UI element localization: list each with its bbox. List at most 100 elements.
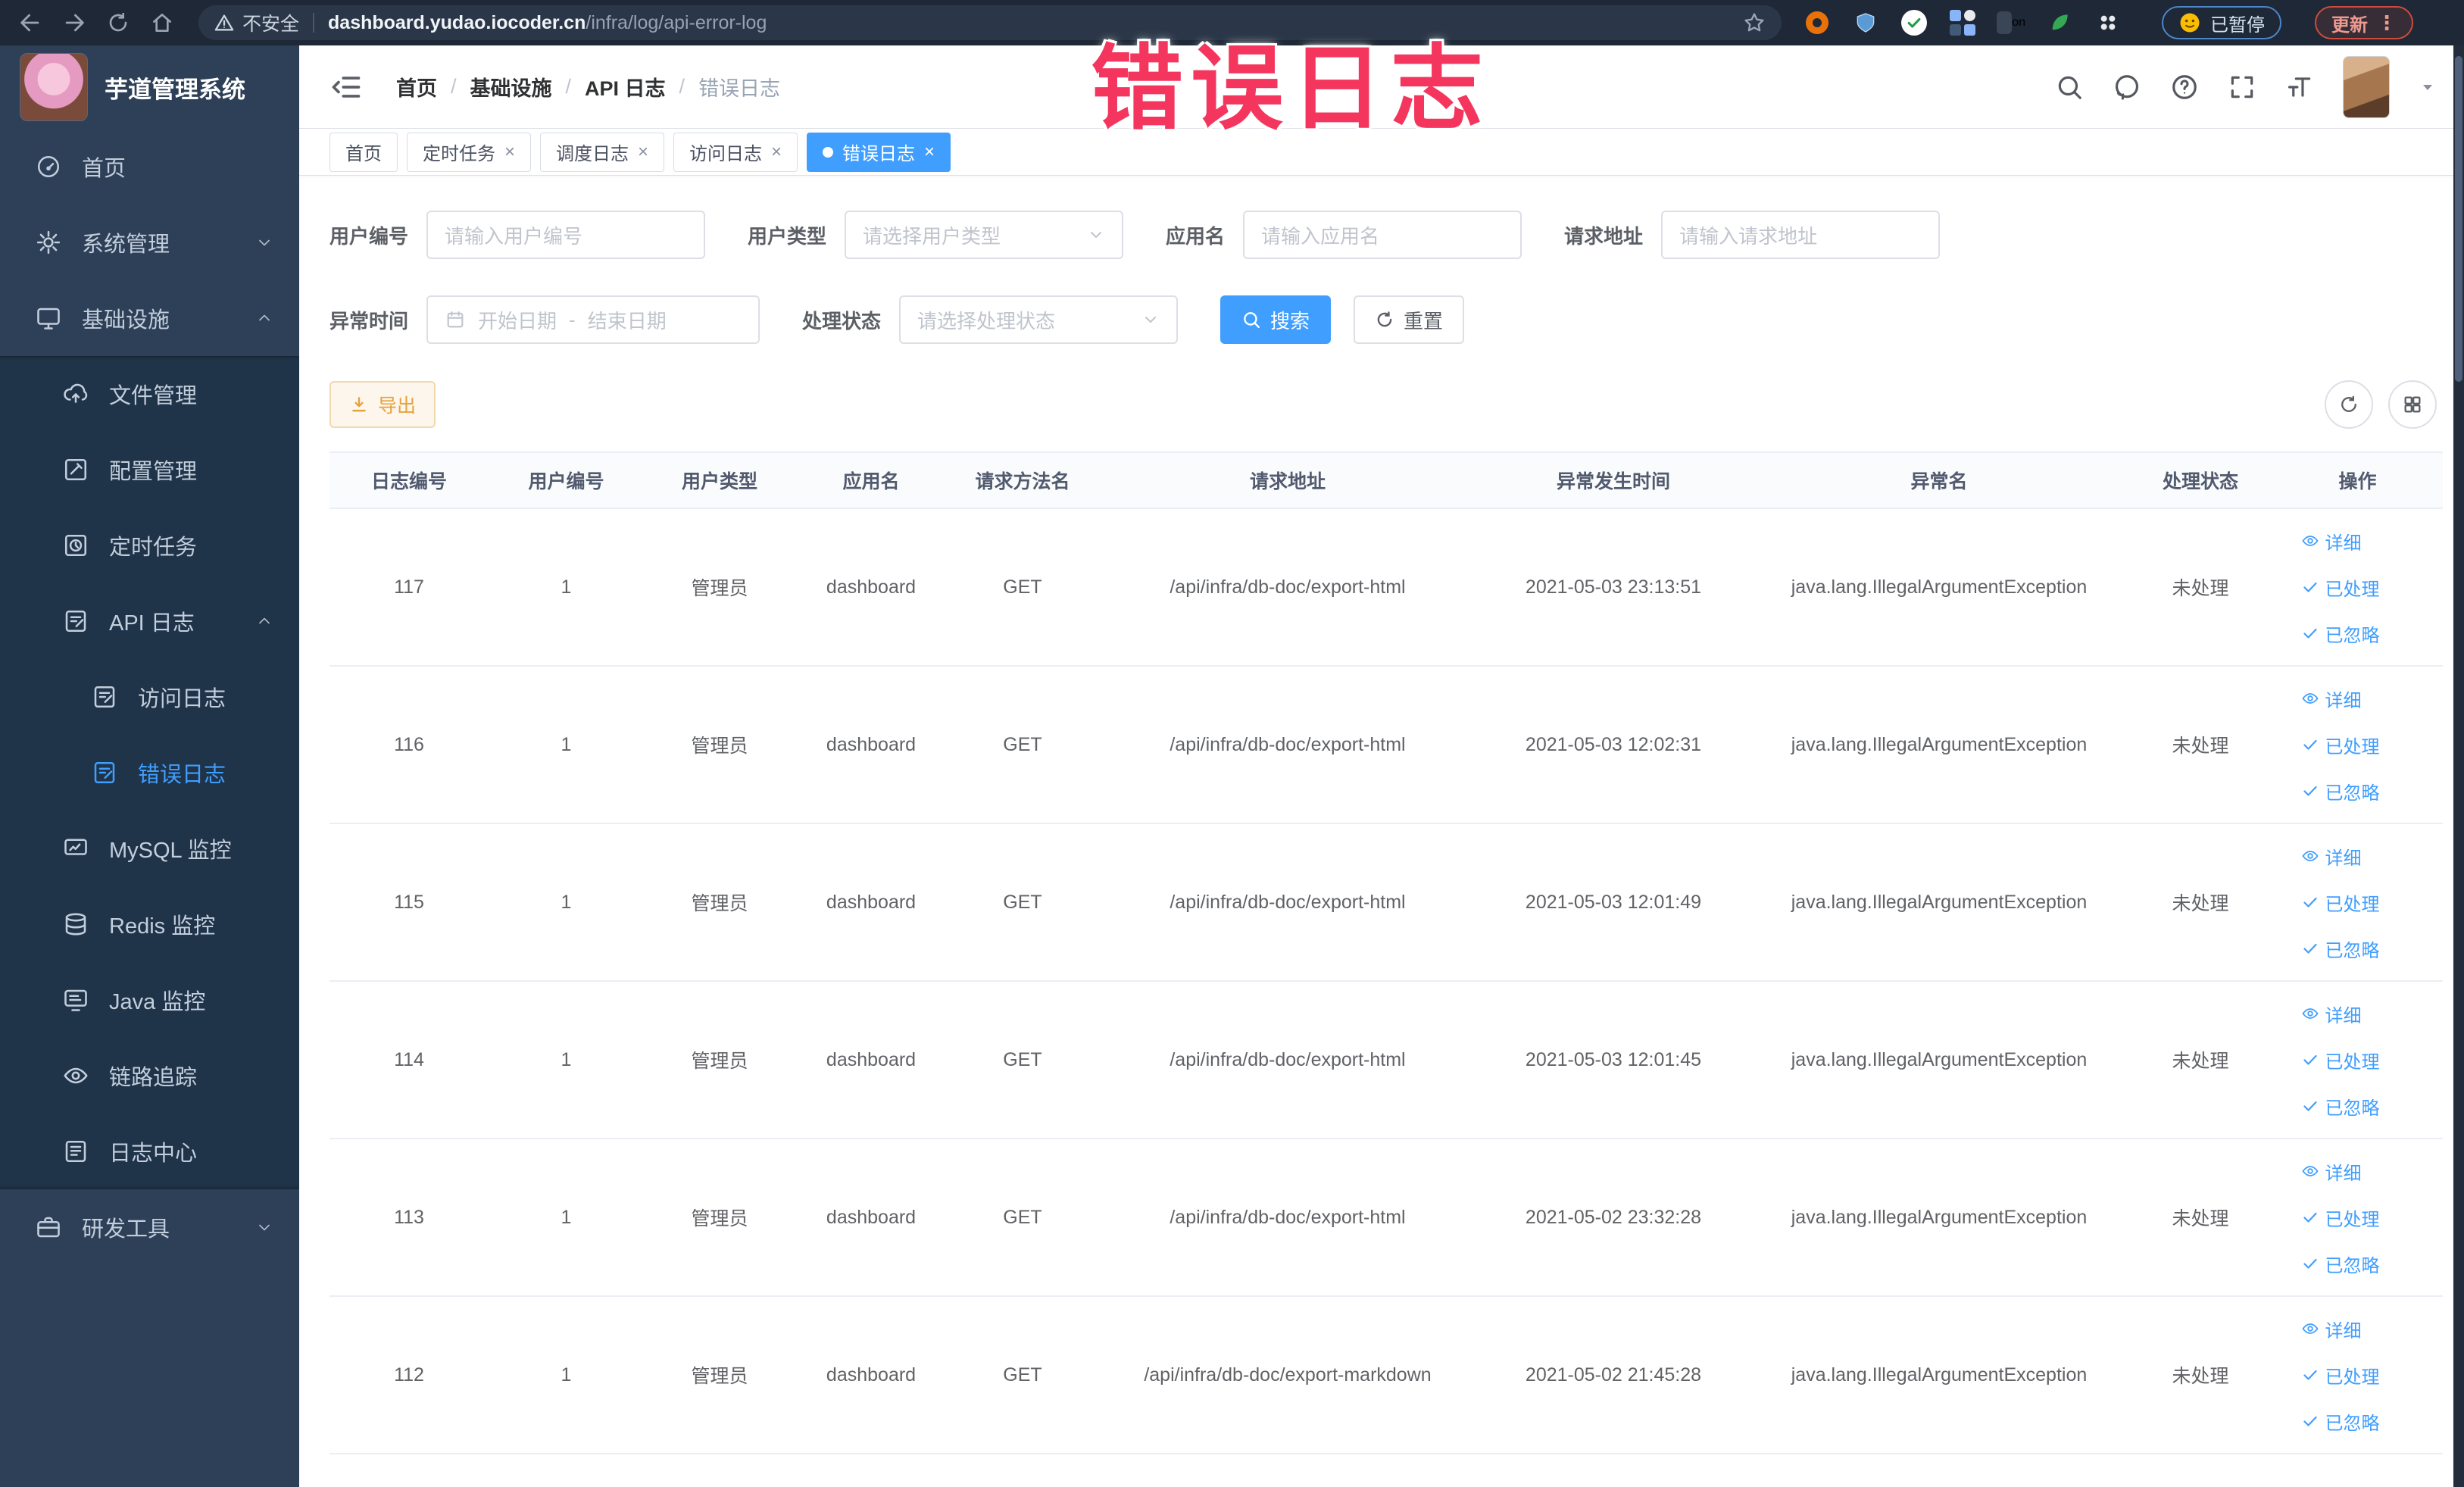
close-icon[interactable]: × — [924, 142, 935, 161]
help-icon[interactable] — [2170, 73, 2199, 102]
tag-tab-访问日志[interactable]: 访问日志 × — [673, 132, 798, 172]
detail-action[interactable]: 详细 — [2301, 528, 2362, 555]
tag-tab-调度日志[interactable]: 调度日志 × — [540, 132, 665, 172]
detail-action[interactable]: 详细 — [2301, 843, 2362, 870]
extensions-puzzle-icon[interactable] — [2094, 8, 2122, 37]
sidebar-item-研发工具[interactable]: 研发工具 — [0, 1189, 299, 1265]
tag-tab-定时任务[interactable]: 定时任务 × — [407, 132, 532, 172]
extension-leaf-icon[interactable] — [2045, 8, 2074, 37]
breadcrumb-item[interactable]: API 日志 — [585, 72, 666, 102]
extension-orange-icon[interactable] — [1803, 8, 1832, 37]
user-type-select[interactable]: 请选择用户类型 — [845, 211, 1124, 259]
detail-action[interactable]: 详细 — [2301, 1158, 2362, 1185]
process-status-select[interactable]: 请选择处理状态 — [899, 295, 1179, 344]
browser-forward-icon[interactable] — [56, 5, 92, 41]
browser-back-icon[interactable] — [12, 5, 48, 41]
address-bar[interactable]: 不安全 dashboard.yudao.iocoder.cn/infra/log… — [198, 5, 1782, 40]
reset-button[interactable]: 重置 — [1354, 295, 1465, 344]
browser-home-icon[interactable] — [144, 5, 180, 41]
cloud-upload-icon — [62, 380, 89, 408]
cell-app-name: dashboard — [826, 733, 917, 755]
processed-action[interactable]: 已处理 — [2301, 1047, 2380, 1073]
detail-action[interactable]: 详细 — [2301, 686, 2362, 712]
processed-action[interactable]: 已处理 — [2301, 889, 2380, 916]
ignored-action[interactable]: 已忽略 — [2301, 778, 2380, 804]
insecure-label[interactable]: 不安全 — [242, 9, 299, 36]
github-icon[interactable] — [2113, 73, 2141, 102]
browser-reload-icon[interactable] — [100, 5, 136, 41]
sidebar-item-文件管理[interactable]: 文件管理 — [0, 356, 299, 432]
detail-action[interactable]: 详细 — [2301, 1316, 2362, 1342]
extension-shield-icon[interactable] — [1851, 8, 1880, 37]
font-size-icon[interactable] — [2285, 73, 2314, 102]
refresh-table-button[interactable] — [2325, 380, 2373, 429]
close-icon[interactable]: × — [638, 142, 648, 161]
sidebar-item-首页[interactable]: 首页 — [0, 129, 299, 205]
sidebar-item-链路追踪[interactable]: 链路追踪 — [0, 1038, 299, 1114]
request-url-input[interactable]: 请输入请求地址 — [1661, 211, 1941, 259]
paused-badge[interactable]: 已暂停 — [2162, 6, 2281, 39]
table-row[interactable]: 114 1 管理员 dashboard GET /api/infra/db-do… — [329, 982, 2443, 1139]
cell-request-url: /api/infra/db-doc/export-html — [1170, 891, 1406, 913]
table-row[interactable]: 113 1 管理员 dashboard GET /api/infra/db-do… — [329, 1139, 2443, 1297]
cell-app-name: dashboard — [826, 576, 917, 598]
processed-action[interactable]: 已处理 — [2301, 1204, 2380, 1231]
extension-green-check-icon[interactable] — [1900, 8, 1928, 37]
table-row[interactable]: 116 1 管理员 dashboard GET /api/infra/db-do… — [329, 667, 2443, 824]
sidebar-item-访问日志[interactable]: 访问日志 — [0, 659, 299, 735]
exception-time-range-picker[interactable]: 开始日期 - 结束日期 — [426, 295, 760, 344]
processed-action[interactable]: 已处理 — [2301, 1362, 2380, 1389]
sidebar-item-日志中心[interactable]: 日志中心 — [0, 1114, 299, 1189]
close-icon[interactable]: × — [771, 142, 782, 161]
chevron-down-icon — [1087, 226, 1105, 244]
user-id-input[interactable]: 请输入用户编号 — [426, 211, 706, 259]
processed-action[interactable]: 已处理 — [2301, 574, 2380, 601]
sidebar-item-API-日志[interactable]: API 日志 — [0, 583, 299, 659]
column-header: 用户编号 — [528, 471, 604, 492]
sidebar-item-Java-监控[interactable]: Java 监控 — [0, 962, 299, 1038]
sidebar-item-Redis-监控[interactable]: Redis 监控 — [0, 886, 299, 962]
ignored-action[interactable]: 已忽略 — [2301, 1408, 2380, 1435]
fullscreen-icon[interactable] — [2228, 73, 2256, 102]
extension-proxy-icon[interactable]: on — [1997, 8, 2025, 37]
chevron-down-icon[interactable] — [2419, 78, 2437, 96]
sidebar-item-基础设施[interactable]: 基础设施 — [0, 280, 299, 356]
extension-grid-icon[interactable] — [1948, 8, 1977, 37]
app-logo[interactable]: 芋道管理系统 — [0, 45, 299, 129]
browser-update-button[interactable]: 更新 ⋮ — [2315, 6, 2413, 39]
sidebar-item-MySQL-监控[interactable]: MySQL 监控 — [0, 811, 299, 886]
content: 用户编号 请输入用户编号 用户类型 请选择用户类型 应用名 请输入应用名 请求地… — [299, 176, 2464, 1487]
bookmark-star-icon[interactable] — [1742, 11, 1766, 35]
sidebar-item-配置管理[interactable]: 配置管理 — [0, 432, 299, 508]
sidebar-collapse-icon[interactable] — [329, 70, 363, 104]
export-button[interactable]: 导出 — [329, 381, 436, 428]
close-icon[interactable]: × — [504, 142, 515, 161]
column-settings-button[interactable] — [2388, 380, 2437, 429]
page-url[interactable]: dashboard.yudao.iocoder.cn/infra/log/api… — [328, 12, 767, 34]
app-name-input[interactable]: 请输入应用名 — [1243, 211, 1522, 259]
breadcrumb-current: 错误日志 — [698, 77, 781, 100]
page-scrollbar[interactable] — [2453, 45, 2464, 1487]
search-icon[interactable] — [2055, 73, 2084, 102]
user-avatar[interactable] — [2343, 55, 2390, 118]
tag-tab-错误日志[interactable]: 错误日志 × — [807, 132, 951, 172]
browser-menu-icon[interactable]: ⋮ — [2377, 11, 2397, 35]
tag-tab-首页[interactable]: 首页 — [329, 132, 398, 172]
search-button[interactable]: 搜索 — [1220, 295, 1332, 344]
breadcrumb-item[interactable]: 基础设施 — [470, 72, 552, 102]
cell-user-type: 管理员 — [691, 893, 748, 914]
table-row[interactable]: 117 1 管理员 dashboard GET /api/infra/db-do… — [329, 509, 2443, 667]
ignored-action[interactable]: 已忽略 — [2301, 1251, 2380, 1277]
table-row[interactable]: 115 1 管理员 dashboard GET /api/infra/db-do… — [329, 824, 2443, 982]
scrollbar-thumb[interactable] — [2455, 56, 2462, 382]
sidebar-item-定时任务[interactable]: 定时任务 — [0, 508, 299, 583]
table-row[interactable]: 112 1 管理员 dashboard GET /api/infra/db-do… — [329, 1297, 2443, 1454]
ignored-action[interactable]: 已忽略 — [2301, 620, 2380, 647]
sidebar-item-错误日志[interactable]: 错误日志 — [0, 735, 299, 811]
processed-action[interactable]: 已处理 — [2301, 732, 2380, 758]
breadcrumb-item[interactable]: 首页 — [396, 72, 437, 102]
detail-action[interactable]: 详细 — [2301, 1001, 2362, 1027]
ignored-action[interactable]: 已忽略 — [2301, 1093, 2380, 1120]
sidebar-item-系统管理[interactable]: 系统管理 — [0, 205, 299, 280]
ignored-action[interactable]: 已忽略 — [2301, 936, 2380, 962]
